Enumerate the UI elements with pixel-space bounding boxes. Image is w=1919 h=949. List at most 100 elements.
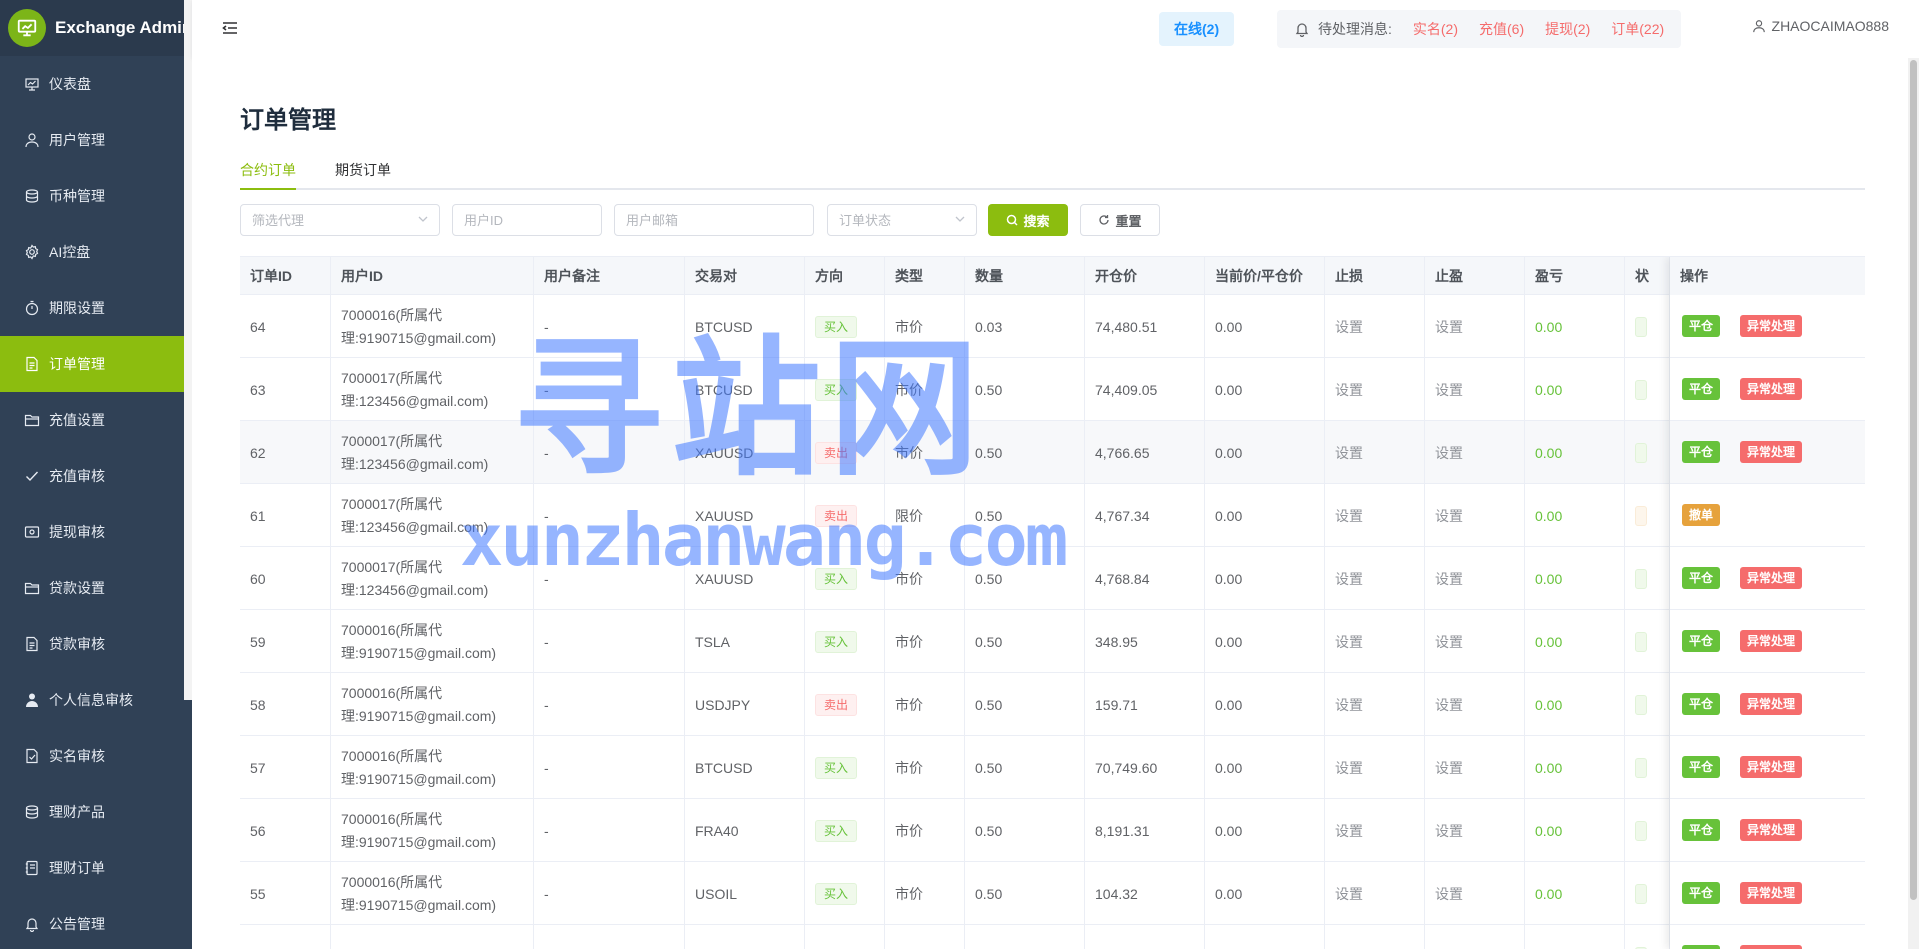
table-row[interactable]: 59 7000016(所属代理:9190715@gmail.com) - TSLA 买入… xyxy=(240,610,1865,673)
close-position-button[interactable]: 平仓 xyxy=(1682,315,1721,337)
col-take-profit-cell[interactable]: 设置 xyxy=(1425,799,1525,862)
close-position-button[interactable]: 平仓 xyxy=(1682,882,1721,904)
col-pnl-cell: 0.00 xyxy=(1525,862,1625,925)
user-email-input[interactable] xyxy=(626,212,802,228)
col-stop-loss-cell[interactable]: 设置 xyxy=(1325,673,1425,736)
table-row[interactable]: 63 7000017(所属代理:123456@gmail.com) - BTCUSD 买… xyxy=(240,358,1865,421)
tab-futures-orders[interactable]: 期货订单 xyxy=(335,160,391,188)
table-row[interactable]: 62 7000017(所属代理:123456@gmail.com) - XAUUSD 卖… xyxy=(240,421,1865,484)
user-menu[interactable]: ZHAOCAIMAO888 xyxy=(1752,18,1889,34)
col-direction-cell: 买入 xyxy=(805,295,885,358)
sidebar-item-13[interactable]: 理财产品 xyxy=(0,784,192,840)
sidebar-item-5[interactable]: 订单管理 xyxy=(0,336,192,392)
tab-contract-orders[interactable]: 合约订单 xyxy=(240,160,296,190)
sidebar-item-1[interactable]: 用户管理 xyxy=(0,112,192,168)
user-id-input[interactable] xyxy=(464,212,590,228)
document-check-icon xyxy=(24,748,40,764)
sidebar-item-3[interactable]: AI控盘 xyxy=(0,224,192,280)
reset-button[interactable]: 重置 xyxy=(1080,204,1160,236)
exception-handle-button[interactable]: 异常处理 xyxy=(1740,630,1803,652)
table-row[interactable]: 7000016(所属代 xyxy=(240,925,1865,949)
order-status-select[interactable] xyxy=(827,204,977,236)
col-stop-loss-cell[interactable] xyxy=(1325,925,1425,949)
sidebar-item-7[interactable]: 充值审核 xyxy=(0,448,192,504)
brand[interactable]: Exchange Admin xyxy=(0,0,192,56)
exception-handle-button[interactable]: 异常处理 xyxy=(1740,378,1803,400)
agent-select[interactable] xyxy=(240,204,440,236)
exception-handle-button[interactable]: 异常处理 xyxy=(1740,945,1803,949)
col-user-note-cell: - xyxy=(534,799,685,862)
col-order-id-cell: 63 xyxy=(240,358,331,421)
col-stop-loss-cell[interactable]: 设置 xyxy=(1325,610,1425,673)
col-take-profit-cell[interactable]: 设置 xyxy=(1425,736,1525,799)
close-position-button[interactable]: 平仓 xyxy=(1682,693,1721,715)
close-position-button[interactable]: 平仓 xyxy=(1682,630,1721,652)
col-take-profit-cell[interactable]: 设置 xyxy=(1425,862,1525,925)
col-stop-loss-cell[interactable]: 设置 xyxy=(1325,547,1425,610)
search-button[interactable]: 搜索 xyxy=(988,204,1068,236)
cancel-order-button[interactable]: 撤单 xyxy=(1682,504,1721,526)
exception-handle-button[interactable]: 异常处理 xyxy=(1740,315,1803,337)
col-stop-loss-cell[interactable]: 设置 xyxy=(1325,358,1425,421)
table-row[interactable]: 56 7000016(所属代理:9190715@gmail.com) - FRA40 买… xyxy=(240,799,1865,862)
exception-handle-button[interactable]: 异常处理 xyxy=(1740,693,1803,715)
col-stop-loss-cell[interactable]: 设置 xyxy=(1325,736,1425,799)
user-id-field[interactable] xyxy=(452,204,602,236)
table-row[interactable]: 55 7000016(所属代理:9190715@gmail.com) - USOIL 买… xyxy=(240,862,1865,925)
page-scrollbar[interactable] xyxy=(1908,58,1919,949)
col-status-cell xyxy=(1625,925,1670,949)
sidebar-item-12[interactable]: 实名审核 xyxy=(0,728,192,784)
col-take-profit-cell[interactable]: 设置 xyxy=(1425,547,1525,610)
pending-withdraw-link[interactable]: 提现(2) xyxy=(1545,19,1590,39)
close-position-button[interactable]: 平仓 xyxy=(1682,378,1721,400)
table-row[interactable]: 60 7000017(所属代理:123456@gmail.com) - XAUUSD 买… xyxy=(240,547,1865,610)
col-take-profit-cell[interactable]: 设置 xyxy=(1425,484,1525,547)
col-take-profit-cell[interactable]: 设置 xyxy=(1425,610,1525,673)
agent-select-input[interactable] xyxy=(252,212,428,228)
online-count-badge[interactable]: 在线(2) xyxy=(1159,12,1235,46)
table-row[interactable]: 58 7000016(所属代理:9190715@gmail.com) - USDJPY… xyxy=(240,673,1865,736)
sidebar-item-10[interactable]: 贷款审核 xyxy=(0,616,192,672)
sidebar-item-4[interactable]: 期限设置 xyxy=(0,280,192,336)
sidebar-item-14[interactable]: 理财订单 xyxy=(0,840,192,896)
sidebar-item-label: 用户管理 xyxy=(49,132,105,148)
exception-handle-button[interactable]: 异常处理 xyxy=(1740,441,1803,463)
table-row[interactable]: 57 7000016(所属代理:9190715@gmail.com) - BTCUSD… xyxy=(240,736,1865,799)
hamburger-icon[interactable] xyxy=(222,20,238,36)
col-take-profit-cell[interactable]: 设置 xyxy=(1425,358,1525,421)
col-stop-loss-cell[interactable]: 设置 xyxy=(1325,484,1425,547)
table-row[interactable]: 64 7000016(所属代理:9190715@gmail.com) - BTCUSD… xyxy=(240,295,1865,358)
page-scrollbar-thumb[interactable] xyxy=(1910,60,1917,900)
table-row[interactable]: 61 7000017(所属代理:123456@gmail.com) - XAUUSD 卖… xyxy=(240,484,1865,547)
sidebar-item-15[interactable]: 公告管理 xyxy=(0,896,192,949)
col-stop-loss-cell[interactable]: 设置 xyxy=(1325,421,1425,484)
col-take-profit-cell[interactable]: 设置 xyxy=(1425,421,1525,484)
col-take-profit-cell[interactable]: 设置 xyxy=(1425,295,1525,358)
exception-handle-button[interactable]: 异常处理 xyxy=(1740,756,1803,778)
sidebar-item-11[interactable]: 个人信息审核 xyxy=(0,672,192,728)
col-stop-loss-cell[interactable]: 设置 xyxy=(1325,295,1425,358)
exception-handle-button[interactable]: 异常处理 xyxy=(1740,882,1803,904)
exception-handle-button[interactable]: 异常处理 xyxy=(1740,819,1803,841)
close-position-button[interactable]: 平仓 xyxy=(1682,819,1721,841)
exception-handle-button[interactable]: 异常处理 xyxy=(1740,567,1803,589)
pending-recharge-link[interactable]: 充值(6) xyxy=(1479,19,1524,39)
sidebar-scrollbar[interactable] xyxy=(184,0,192,700)
col-stop-loss-cell[interactable]: 设置 xyxy=(1325,799,1425,862)
close-position-button[interactable]: 平仓 xyxy=(1682,756,1721,778)
order-status-input[interactable] xyxy=(839,212,965,228)
close-position-button[interactable]: 平仓 xyxy=(1682,945,1721,949)
sidebar-item-8[interactable]: 提现审核 xyxy=(0,504,192,560)
sidebar-item-2[interactable]: 币种管理 xyxy=(0,168,192,224)
user-email-field[interactable] xyxy=(614,204,814,236)
close-position-button[interactable]: 平仓 xyxy=(1682,567,1721,589)
col-stop-loss-cell[interactable]: 设置 xyxy=(1325,862,1425,925)
col-take-profit-cell[interactable] xyxy=(1425,925,1525,949)
pending-order-link[interactable]: 订单(22) xyxy=(1611,19,1664,39)
sidebar-item-6[interactable]: 充值设置 xyxy=(0,392,192,448)
close-position-button[interactable]: 平仓 xyxy=(1682,441,1721,463)
sidebar-item-9[interactable]: 贷款设置 xyxy=(0,560,192,616)
pending-realname-link[interactable]: 实名(2) xyxy=(1413,19,1458,39)
col-take-profit-cell[interactable]: 设置 xyxy=(1425,673,1525,736)
sidebar-item-0[interactable]: 仪表盘 xyxy=(0,56,192,112)
